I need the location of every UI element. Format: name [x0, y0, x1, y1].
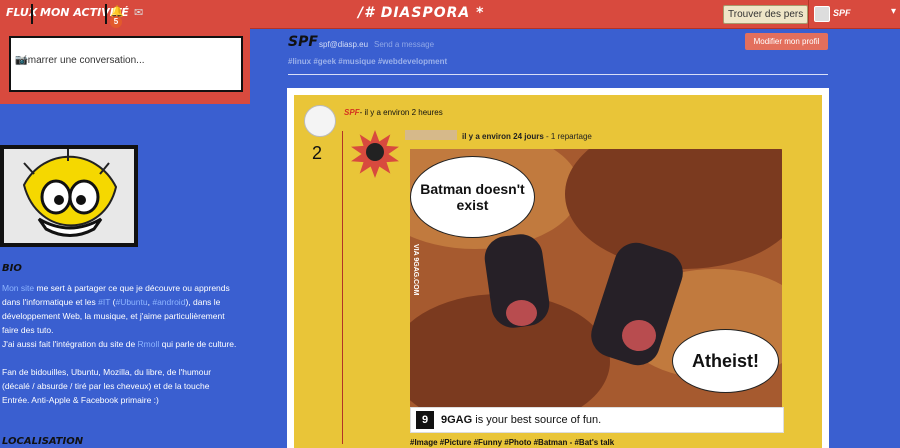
profile-avatar — [4, 149, 134, 243]
conversation-input[interactable]: Démarrer une conversation... 📷 — [9, 36, 243, 92]
edit-profile-button[interactable]: Modifier mon profil — [745, 33, 828, 50]
notification-count-badge: 5 — [110, 16, 122, 28]
bio-link-site[interactable]: Mon site — [2, 283, 34, 293]
speech-bubble-right: Atheist! — [672, 329, 779, 393]
bio-text: Mon site me sert à partager ce que je dé… — [2, 283, 237, 405]
profile-tags[interactable]: #linux #geek #musique #webdevelopment — [288, 57, 447, 66]
nav-separator — [105, 4, 107, 24]
bat-face — [622, 320, 656, 351]
send-message-link[interactable]: Send a message — [374, 40, 434, 49]
9gag-caption: 9GAG is your best source of fun. — [441, 414, 602, 426]
thread-line — [342, 131, 343, 444]
user-menu-name: SPF — [833, 8, 851, 18]
top-navbar: FLUX MON ACTIVITÉ 🔔 5 ✉ /# DIASPORA * Tr… — [0, 0, 900, 29]
post-meta: SPF- il y a environ 2 heures — [344, 108, 443, 117]
user-menu[interactable]: SPF ▾ — [808, 0, 900, 28]
avatar[interactable] — [304, 105, 336, 137]
post-tags[interactable]: #Image #Picture #Funny #Photo #Batman - … — [410, 438, 614, 447]
mail-icon[interactable]: ✉ — [134, 6, 143, 19]
profile-handle: spf@diasp.eu — [319, 40, 369, 49]
bio-heading: BIO — [2, 263, 22, 274]
bio-link-ubuntu[interactable]: #Ubuntu — [115, 297, 147, 307]
camera-icon[interactable]: 📷 — [15, 55, 235, 86]
avatar[interactable] — [366, 143, 384, 161]
post-card: SPF- il y a environ 2 heures 2 il y a en… — [287, 88, 829, 448]
avatar — [814, 6, 830, 22]
image-caption-bar: 9 9GAG is your best source of fun. — [410, 407, 784, 433]
post-image[interactable]: Batman doesn't exist Atheist! VIA 9GAG.C… — [410, 149, 782, 407]
post-content: SPF- il y a environ 2 heures 2 il y a en… — [294, 95, 822, 448]
bat-face — [506, 300, 537, 326]
9gag-logo-icon: 9 — [416, 411, 434, 429]
profile-name: SPF — [288, 34, 318, 50]
nav-separator — [31, 4, 33, 24]
location-heading: LOCALISATION — [2, 436, 84, 447]
reshare-meta: il y a environ 24 jours - 1 repartage — [405, 130, 592, 141]
chevron-down-icon[interactable]: ▾ — [891, 6, 896, 17]
reshare-icon[interactable]: 2 — [312, 143, 322, 164]
blurred-author — [405, 130, 457, 140]
bio-link-it[interactable]: #IT — [98, 297, 110, 307]
publisher-panel: Démarrer une conversation... 📷 — [0, 28, 250, 104]
diaspora-brand[interactable]: /# DIASPORA * — [358, 5, 484, 21]
divider — [288, 74, 828, 75]
profile-image — [0, 145, 138, 247]
rock-shape — [565, 149, 782, 269]
bio-link-rmoll[interactable]: Rmoll — [138, 339, 160, 349]
speech-bubble-left: Batman doesn't exist — [410, 156, 535, 238]
smiling-character-icon — [22, 149, 118, 237]
bio-link-android[interactable]: #android — [152, 297, 185, 307]
image-watermark: VIA 9GAG.COM — [412, 244, 419, 296]
find-people-button[interactable]: Trouver des pers — [723, 5, 809, 24]
